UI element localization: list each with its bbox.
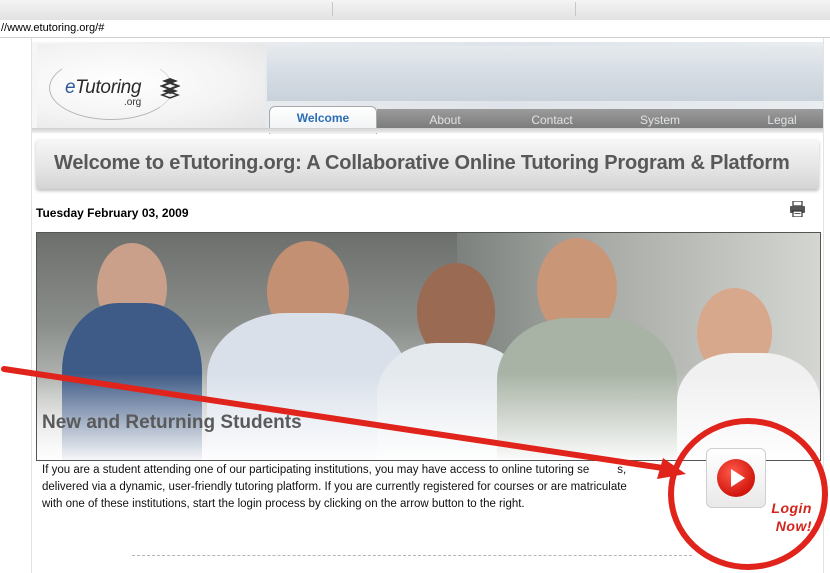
content-divider (132, 555, 692, 556)
header-banner (267, 46, 823, 101)
logo-suffix: .org (124, 97, 142, 108)
url-text: //www.etutoring.org/# (1, 22, 105, 34)
body-line-3: with one of these institutions, start th… (42, 498, 525, 510)
toolbar-divider (332, 2, 333, 16)
printer-icon[interactable] (789, 201, 806, 217)
current-date: Tuesday February 03, 2009 (36, 206, 189, 220)
login-now-label[interactable]: Login Now! (752, 499, 812, 535)
body-line-2: delivered via a dynamic, user-friendly t… (42, 481, 627, 493)
section-heading: New and Returning Students (42, 412, 302, 433)
toolbar-divider (575, 2, 576, 16)
body-line-1-tail: s, (617, 464, 627, 476)
login-label-line-1: Login (771, 500, 812, 516)
play-triangle (731, 469, 745, 487)
body-line-1: If you are a student attending one of ou… (42, 464, 590, 476)
page-title-band: Welcome to eTutoring.org: A Collaborativ… (36, 139, 819, 189)
site-header: eTutoring .org Welcome About Contact Sys… (32, 42, 823, 134)
logo-wordmark: eTutoring (65, 77, 142, 98)
section-body: If you are a student attending one of ou… (42, 462, 682, 513)
site-logo[interactable]: eTutoring .org (37, 44, 265, 128)
login-label-line-2: Now! (775, 518, 812, 534)
books-icon (160, 78, 180, 99)
browser-toolbar (0, 0, 830, 21)
address-bar[interactable]: //www.etutoring.org/# (0, 20, 830, 38)
page-title: Welcome to eTutoring.org: A Collaborativ… (54, 152, 790, 174)
header-divider (32, 128, 823, 133)
